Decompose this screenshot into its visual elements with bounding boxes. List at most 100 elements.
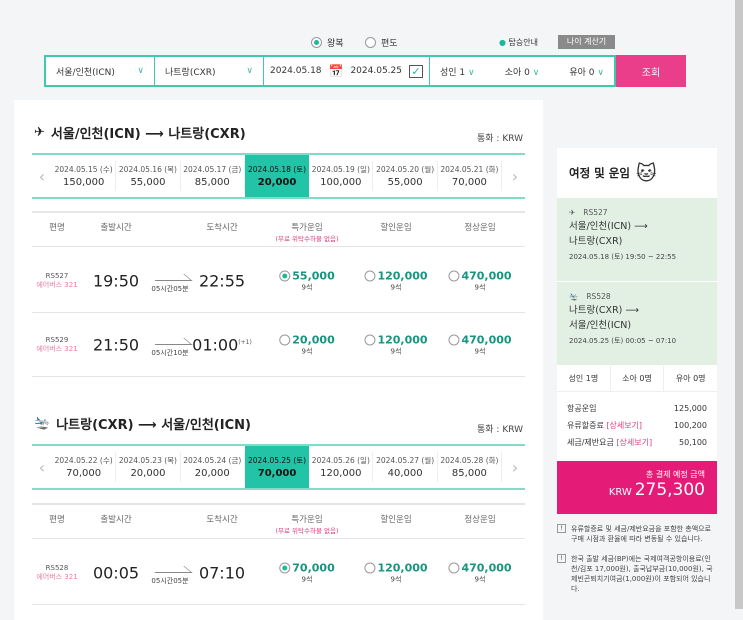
col-special-note: (무료 위탁수하물 없음) <box>275 527 339 535</box>
origin-select[interactable]: 서울/인천(ICN) ∨ <box>46 57 155 85</box>
fare-price: 55,000 <box>292 269 335 282</box>
date-fare-cell[interactable]: 2024.05.22 (수) 70,000 <box>52 452 117 482</box>
next-dates-arrow[interactable]: › <box>505 167 525 186</box>
flight-number: RS528 에어버스 321 <box>36 564 77 582</box>
inbound-route: 나트랑(CXR) ⟶ 서울/인천(ICN) <box>56 418 251 433</box>
inbound-date-strip: ‹ 2024.05.22 (수) 70,000 2024.05.23 (목) 20,0… <box>32 444 525 490</box>
date-fare-cell[interactable]: 2024.05.16 (목) 55,000 <box>116 161 181 191</box>
adult-select[interactable]: 성인 1 ∨ <box>440 65 475 78</box>
fare-label: 세금/제반요금 <box>567 438 614 447</box>
outbound-route: 서울/인천(ICN) ⟶ 나트랑(CXR) <box>50 127 246 142</box>
flight-row: RS528 에어버스 321 00:05 05시간05분 07:10 70,000… <box>32 541 525 605</box>
radio-icon[interactable] <box>364 562 376 573</box>
col-discount: 할인운임 <box>380 223 412 233</box>
fare-option-special[interactable]: 20,000 9석 <box>279 333 335 356</box>
date-price: 55,000 <box>387 177 423 188</box>
date-fare-cell[interactable]: 2024.05.23 (목) 20,000 <box>116 452 181 482</box>
inbound-title: 🛬 나트랑(CXR) ⟶ 서울/인천(ICN) <box>34 414 251 433</box>
fare-price: 20,000 <box>292 333 335 346</box>
passenger-counts: 성인 1명 소아 0명 유아 0명 <box>557 366 717 392</box>
infant-count: 유아 0명 <box>675 374 706 383</box>
calendar-check-icon[interactable]: ✓ <box>408 64 423 78</box>
search-button[interactable]: 조회 <box>616 55 686 87</box>
arrival-time: 07:10 <box>198 563 246 582</box>
boarding-info-link[interactable]: ● 탑승안내 <box>499 37 538 48</box>
tax-detail-link[interactable]: [상세보기] <box>616 438 652 447</box>
col-special-label: 특가운임 <box>291 515 323 525</box>
trip-round-radio[interactable]: 왕복 <box>311 36 344 49</box>
radio-icon[interactable] <box>448 270 460 281</box>
date-fare-cell[interactable]: 2024.05.28 (화) 85,000 <box>438 452 503 482</box>
fare-label: 항공운임 <box>567 404 597 413</box>
flight-row: RS529 에어버스 321 21:50 05시간10분 01:00(+1) 20… <box>32 313 525 377</box>
date-fare-cell[interactable]: 2024.05.20 (월) 55,000 <box>373 161 438 191</box>
date-label: 2024.05.24 (금) <box>183 456 242 465</box>
leg-from: 서울/인천(ICN) ⟶ <box>569 221 648 232</box>
fare-price: 70,000 <box>292 561 335 574</box>
fare-option-special[interactable]: 55,000 9석 <box>279 269 335 292</box>
fare-option-normal[interactable]: 470,000 9석 <box>448 269 512 292</box>
col-arr: 도착시간 <box>206 515 238 525</box>
fare-option-normal[interactable]: 470,000 9석 <box>448 561 512 584</box>
depart-date[interactable]: 2024.05.18 <box>270 66 322 76</box>
destination-select[interactable]: 나트랑(CXR) ∨ <box>155 57 264 85</box>
radio-icon[interactable] <box>279 334 291 345</box>
fare-option-normal[interactable]: 470,000 9석 <box>448 333 512 356</box>
prev-dates-arrow[interactable]: ‹ <box>32 167 52 186</box>
trip-oneway-radio[interactable]: 편도 <box>365 36 398 49</box>
leg-to: 나트랑(CXR) <box>569 236 623 247</box>
infant-select[interactable]: 유아 0 ∨ <box>569 65 604 78</box>
date-price: 85,000 <box>451 468 487 479</box>
child-select[interactable]: 소아 0 ∨ <box>505 65 540 78</box>
leg-from: 나트랑(CXR) ⟶ <box>569 305 640 316</box>
bell-icon: ● <box>499 38 506 47</box>
radio-icon[interactable] <box>279 270 291 281</box>
radio-icon[interactable] <box>279 562 291 573</box>
date-fare-cell[interactable]: 2024.05.25 (토) 70,000 <box>244 446 310 488</box>
date-fare-cell[interactable]: 2024.05.24 (금) 20,000 <box>181 452 245 482</box>
fuel-detail-link[interactable]: [상세보기] <box>606 421 642 430</box>
fare-option-discount[interactable]: 120,000 9석 <box>364 333 428 356</box>
fare-option-discount[interactable]: 120,000 9석 <box>364 269 428 292</box>
currency-label: 통화 : KRW <box>477 425 524 435</box>
date-fare-cell[interactable]: 2024.05.15 (수) 150,000 <box>52 161 117 191</box>
prev-dates-arrow[interactable]: ‹ <box>32 458 52 477</box>
seats-left: 9석 <box>474 283 486 291</box>
return-date[interactable]: 2024.05.25 <box>350 66 402 76</box>
currency-label: 통화 : KRW <box>477 134 524 144</box>
date-label: 2024.05.18 (토) <box>248 165 307 174</box>
fare-price: 120,000 <box>377 269 428 282</box>
leg-to: 서울/인천(ICN) <box>569 320 632 331</box>
next-dates-arrow[interactable]: › <box>505 458 525 477</box>
date-fare-cell[interactable]: 2024.05.18 (토) 20,000 <box>244 155 310 197</box>
scrollbar[interactable] <box>735 0 743 609</box>
date-fare-cell[interactable]: 2024.05.19 (일) 100,000 <box>309 161 374 191</box>
radio-icon[interactable] <box>448 562 460 573</box>
fare-option-discount[interactable]: 120,000 9석 <box>364 561 428 584</box>
inbound-table-header: 편명 출발시간 도착시간 특가운임 (무료 위탁수하물 없음) 할인운임 정상운임 <box>32 503 525 539</box>
date-range-field[interactable]: 2024.05.18 📅 2024.05.25 ✓ <box>264 57 430 85</box>
radio-icon[interactable] <box>448 334 460 345</box>
leg-flight-no: RS528 <box>586 292 611 301</box>
chevron-down-icon: ∨ <box>468 67 475 78</box>
fare-price: 470,000 <box>461 333 512 346</box>
chevron-down-icon: ∨ <box>246 66 253 76</box>
chevron-down-icon: ∨ <box>137 66 144 76</box>
date-fare-cell[interactable]: 2024.05.21 (화) 70,000 <box>438 161 503 191</box>
date-fare-cell[interactable]: 2024.05.26 (일) 120,000 <box>309 452 374 482</box>
outbound-date-strip: ‹ 2024.05.15 (수) 150,000 2024.05.16 (목) 55,… <box>32 153 525 199</box>
fare-option-special[interactable]: 70,000 9석 <box>279 561 335 584</box>
date-fare-cell[interactable]: 2024.05.27 (월) 40,000 <box>373 452 438 482</box>
duration: 05시간05분 <box>151 274 188 294</box>
date-fare-cell[interactable]: 2024.05.17 (금) 85,000 <box>181 161 245 191</box>
seats-left: 9석 <box>301 575 313 583</box>
radio-icon[interactable] <box>364 334 376 345</box>
age-calculator-button[interactable]: 나이 계산기 <box>558 35 615 49</box>
col-arr: 도착시간 <box>206 223 238 233</box>
radio-icon[interactable] <box>364 270 376 281</box>
fare-value: 50,100 <box>679 438 707 447</box>
calendar-icon[interactable]: 📅 <box>329 64 344 78</box>
date-price: 150,000 <box>62 177 105 188</box>
seats-left: 9석 <box>390 283 402 291</box>
aircraft-type: 에어버스 321 <box>36 344 78 353</box>
